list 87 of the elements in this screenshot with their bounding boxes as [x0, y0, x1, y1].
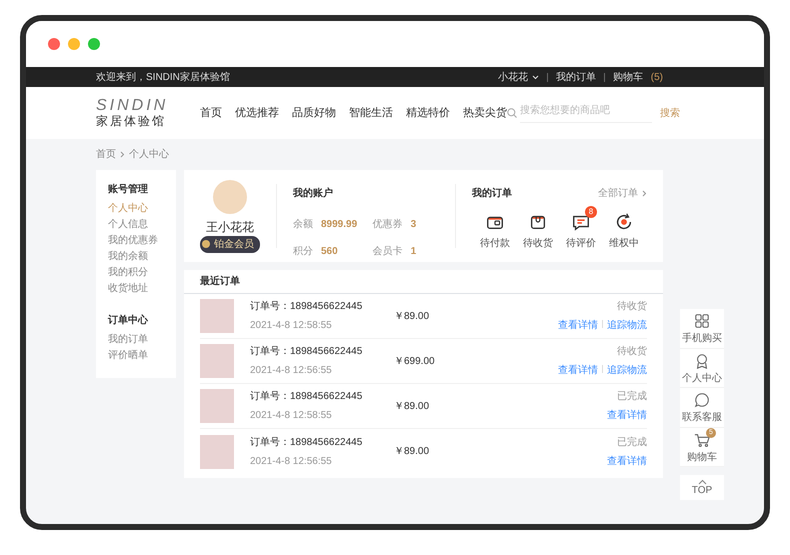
order-time: 2021-4-8 12:56:55: [250, 454, 333, 468]
toolbar-item[interactable]: 个人中心: [680, 348, 724, 388]
sidebar-heading: 订单中心: [108, 313, 149, 328]
order-status: 已完成: [617, 390, 647, 404]
nav-link[interactable]: 品质好物: [292, 104, 336, 122]
section-title: 最近订单: [200, 276, 240, 287]
order-link[interactable]: 查看详情: [558, 363, 598, 378]
order-status: 待收货: [617, 344, 647, 359]
medal-icon: [202, 240, 210, 248]
breadcrumb-link[interactable]: 首页: [96, 147, 116, 162]
photo-placeholder: [200, 344, 234, 378]
sidebar-item[interactable]: 我的积分: [108, 265, 176, 281]
order-time: 2021-4-8 12:58:55: [250, 319, 333, 333]
order-number: 订单号：1898456622445: [250, 300, 364, 314]
order-link[interactable]: 追踪物流: [607, 363, 647, 378]
order-status-item[interactable]: 8 待评价: [562, 205, 600, 251]
avatar: [213, 180, 247, 214]
order-link[interactable]: 追踪物流: [607, 318, 647, 333]
chevron-up-icon: [698, 479, 706, 485]
user-name: 王小花花: [206, 218, 254, 236]
stat-label: 会员卡: [372, 244, 403, 259]
logo-mark: SINDIN: [96, 98, 168, 114]
stat-value: 560: [321, 245, 338, 259]
minimize-icon[interactable]: [68, 38, 80, 50]
stat-value: 1: [410, 245, 416, 259]
member-badge: 铂金会员: [200, 236, 260, 252]
caret-icon: [532, 74, 539, 80]
search-icon: [507, 108, 518, 118]
stat-value: 8999.99: [321, 218, 358, 232]
cart-icon: [694, 432, 710, 448]
nav-link[interactable]: 热卖尖货: [463, 104, 508, 122]
logo-text: 家居体验馆: [96, 114, 166, 128]
nav-link[interactable]: 精选特价: [406, 104, 450, 122]
toolbar-item[interactable]: 联系客服: [680, 388, 724, 428]
sidebar-item[interactable]: 我的余额: [108, 249, 176, 265]
order-time: 2021-4-8 12:56:55: [250, 364, 333, 378]
breadcrumb-link[interactable]: 个人中心: [129, 147, 169, 162]
sidebar-item[interactable]: 收货地址: [108, 281, 176, 297]
order-price: ￥89.00: [394, 445, 430, 459]
back-to-top-button[interactable]: TOP: [680, 475, 724, 500]
grid-icon: [694, 313, 710, 329]
order-status: 已完成: [617, 436, 647, 450]
user-menu[interactable]: 小花花: [498, 70, 539, 84]
photo-placeholder: [200, 434, 234, 468]
refresh-icon: [614, 212, 634, 232]
order-price: ￥89.00: [394, 310, 430, 324]
photo-placeholder: [200, 389, 234, 423]
stat-label: 余额: [293, 218, 313, 232]
nav-link[interactable]: 首页: [200, 104, 222, 122]
sidebar-item[interactable]: 我的优惠券: [108, 233, 176, 249]
order-time: 2021-4-8 12:58:55: [250, 409, 333, 423]
stat-label: 优惠券: [372, 218, 403, 232]
sidebar-item[interactable]: 我的订单: [108, 332, 176, 348]
stat-label: 积分: [293, 245, 313, 259]
order-status-item[interactable]: 待收货: [519, 205, 557, 251]
order-status: 待收货: [617, 300, 647, 314]
order-price: ￥89.00: [394, 400, 430, 414]
nav-link[interactable]: 智能生活: [349, 104, 394, 122]
section-title: 我的账户: [293, 186, 334, 201]
toolbar-item[interactable]: 手机购买: [680, 309, 724, 348]
order-number: 订单号：1898456622445: [250, 390, 364, 404]
top-link[interactable]: 购物车 (5): [612, 70, 663, 84]
order-price: ￥699.00: [394, 354, 435, 368]
order-number: 订单号：1898456622445: [250, 436, 364, 450]
welcome-text: 欢迎来到，SINDIN家居体验馆: [96, 70, 230, 84]
chevron-icon: [642, 190, 647, 197]
photo-placeholder: [200, 299, 234, 333]
sidebar-heading: 账号管理: [108, 182, 149, 197]
count-badge: 8: [585, 206, 597, 218]
order-link[interactable]: 查看详情: [558, 318, 598, 333]
order-link[interactable]: 查看详情: [607, 408, 647, 423]
order-number: 订单号：1898456622445: [250, 344, 364, 359]
stat-value: 3: [410, 218, 416, 232]
nav-link[interactable]: 优选推荐: [235, 104, 280, 122]
order-link[interactable]: 查看详情: [607, 454, 647, 468]
order-status-item[interactable]: 待付款: [476, 205, 514, 251]
close-icon[interactable]: [48, 38, 60, 50]
search-field[interactable]: 搜索您想要的商品吧: [520, 103, 652, 123]
maximize-icon[interactable]: [88, 38, 100, 50]
user-icon: [694, 352, 710, 368]
sidebar-item[interactable]: 评价晒单: [108, 348, 176, 364]
sidebar-item[interactable]: 个人信息: [108, 217, 176, 233]
chevron-icon: [120, 151, 125, 158]
section-title: 我的订单: [472, 186, 512, 201]
chat-icon: [694, 392, 710, 408]
top-link[interactable]: 我的订单: [556, 70, 596, 84]
order-status-item[interactable]: 维权中: [605, 205, 643, 251]
